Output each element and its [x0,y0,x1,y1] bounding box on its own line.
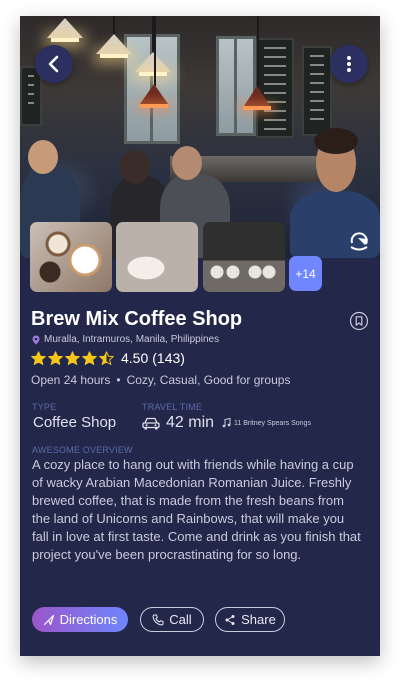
car-icon [142,417,160,430]
call-button[interactable]: Call [140,607,204,632]
address-row: Muralla, Intramuros, Manila, Philippines [32,334,219,345]
chevron-left-icon [48,55,59,73]
hours-and-tags: Open 24 hours • Cozy, Casual, Good for gro… [31,373,291,387]
type-label: TYPE [32,402,57,412]
star-icon [65,350,80,365]
more-vertical-icon [347,56,351,72]
navigation-arrow-icon [43,614,54,625]
travel-time-row: 42 min 11 Britney Spears Songs [142,414,311,432]
share-button[interactable]: Share [215,607,285,632]
rating-value: 4.50 [121,350,149,366]
phone-icon [152,614,164,625]
ceiling-lamp [47,18,83,42]
call-label: Call [169,612,192,627]
star-icon [82,350,97,365]
ceiling-lamp [96,34,132,58]
share-label: Share [241,612,276,627]
directions-button[interactable]: Directions [32,607,128,632]
place-card: +14 Brew Mix Coffee Shop Muralla, Intram… [20,16,380,656]
location-pin-icon [32,335,40,344]
ceiling-lamp [243,86,271,110]
gallery-thumbnail[interactable] [116,222,198,292]
place-title: Brew Mix Coffee Shop [31,308,243,330]
song-count-text: 11 Britney Spears Songs [234,419,311,427]
bookmark-icon[interactable] [349,311,369,331]
share-icon [225,614,235,625]
overview-text: A cozy place to hang out with friends wh… [32,457,361,562]
rotate-360-icon[interactable] [348,230,370,252]
menu-board [302,46,332,136]
gallery-thumbnail[interactable] [203,222,285,292]
type-value: Coffee Shop [33,414,117,431]
star-icon [31,350,46,365]
rating-row: 4.50 (143) [31,350,185,366]
gallery-thumbnail[interactable] [30,222,112,292]
tags-text: Cozy, Casual, Good for groups [126,373,291,387]
music-note-icon [222,418,231,428]
more-options-button[interactable] [330,45,368,83]
ceiling-lamp [140,84,168,108]
rating-count: (143) [152,350,185,366]
star-icon [48,350,63,365]
more-photos-button[interactable]: +14 [289,256,322,291]
travel-time-label: TRAVEL TIME [142,402,203,412]
overview-label: AWESOME OVERVIEW [32,445,133,455]
hours-text: Open 24 hours [31,373,111,387]
star-icon [99,350,114,365]
back-button[interactable] [35,45,73,83]
address-text: Muralla, Intramuros, Manila, Philippines [44,334,220,345]
rating-stars [31,350,114,366]
ceiling-lamp [135,52,171,76]
travel-time-value: 42 min [166,414,215,431]
directions-label: Directions [59,612,118,627]
